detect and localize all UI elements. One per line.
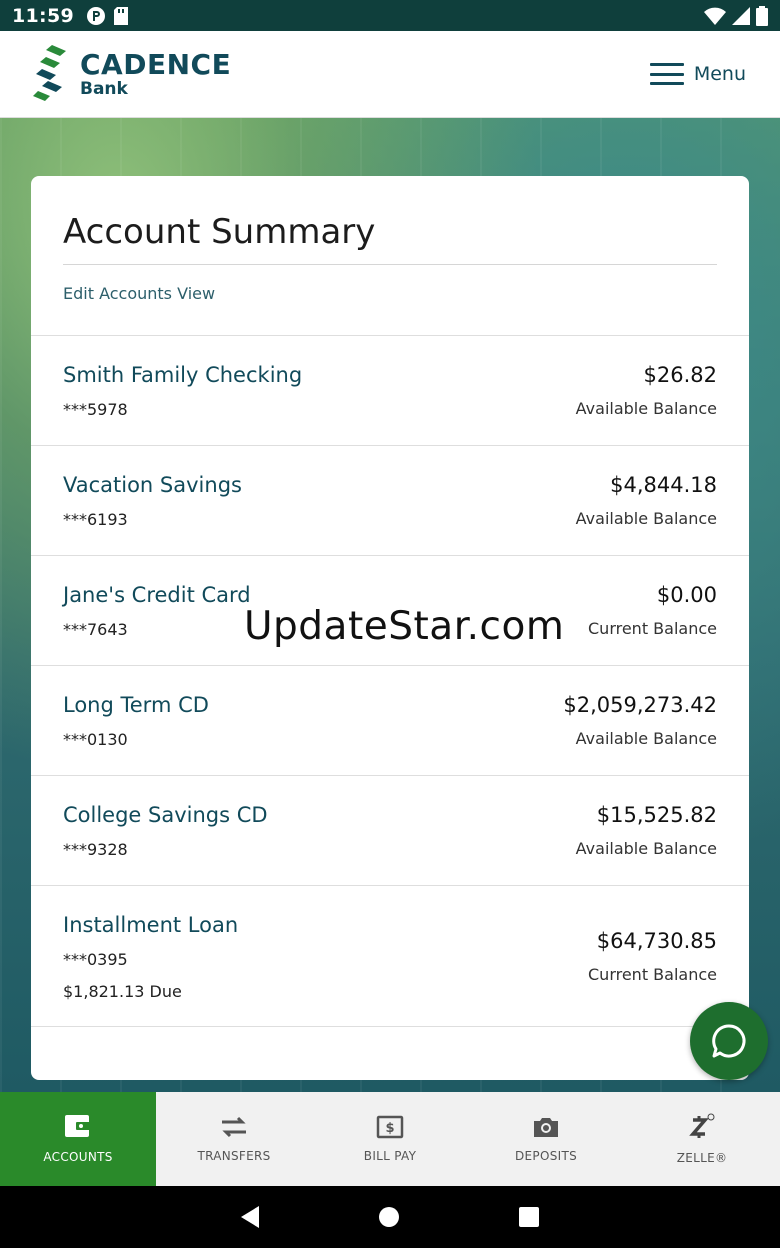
- account-name: Vacation Savings: [63, 473, 242, 497]
- status-notifications: [86, 6, 128, 26]
- wifi-icon: [704, 7, 726, 25]
- brand-name: CADENCE: [80, 47, 232, 81]
- bottom-tab-bar: ACCOUNTS TRANSFERS $ BILL PAY DEPOSITS Z…: [0, 1092, 780, 1186]
- camera-icon: [534, 1118, 558, 1137]
- title-divider: [63, 264, 717, 265]
- account-balance: $26.82: [643, 363, 717, 387]
- account-number: ***6193: [63, 510, 128, 529]
- transfer-arrows-icon: [222, 1116, 246, 1138]
- balance-label: Available Balance: [575, 839, 717, 858]
- account-row-smith-family-checking[interactable]: Smith Family Checking ***5978 $26.82 Ava…: [31, 335, 749, 445]
- status-bar: 11:59: [0, 0, 780, 31]
- wallet-icon: [65, 1115, 90, 1137]
- cadence-mark-icon: [33, 45, 66, 101]
- balance-label: Available Balance: [575, 509, 717, 528]
- account-name: College Savings CD: [63, 803, 268, 827]
- account-name: Smith Family Checking: [63, 363, 303, 387]
- menu-button[interactable]: Menu: [649, 63, 746, 85]
- list-end-divider: [31, 1026, 749, 1027]
- balance-label: Available Balance: [575, 399, 717, 418]
- account-name: Long Term CD: [63, 693, 209, 717]
- cadence-logo[interactable]: CADENCE Bank: [32, 45, 231, 103]
- account-row-college-savings-cd[interactable]: College Savings CD ***9328 $15,525.82 Av…: [31, 775, 749, 885]
- home-icon[interactable]: [379, 1207, 399, 1227]
- p-badge-icon: [86, 6, 105, 25]
- recent-apps-icon[interactable]: [519, 1207, 539, 1227]
- brand-sub: Bank: [80, 78, 128, 99]
- balance-label: Current Balance: [588, 965, 717, 984]
- amount-due: $1,821.13 Due: [63, 982, 182, 1001]
- back-icon[interactable]: [241, 1206, 259, 1228]
- account-number: ***0130: [63, 730, 128, 749]
- tab-zelle[interactable]: ZELLE®: [624, 1092, 780, 1186]
- status-time: 11:59: [12, 4, 74, 27]
- balance-label: Available Balance: [575, 729, 717, 748]
- account-number: ***9328: [63, 840, 128, 859]
- bill-pay-icon: $: [376, 1115, 404, 1139]
- account-list: Smith Family Checking ***5978 $26.82 Ava…: [31, 335, 749, 1027]
- tab-label: TRANSFERS: [197, 1149, 271, 1163]
- account-number: ***7643: [63, 620, 128, 639]
- tab-label: DEPOSITS: [514, 1149, 577, 1163]
- tab-accounts[interactable]: ACCOUNTS: [0, 1092, 156, 1186]
- signal-icon: [732, 6, 750, 25]
- account-name: Jane's Credit Card: [63, 583, 251, 607]
- tab-label: BILL PAY: [363, 1149, 417, 1163]
- balance-label: Current Balance: [588, 619, 717, 638]
- account-balance: $4,844.18: [610, 473, 717, 497]
- hamburger-icon: [649, 63, 684, 85]
- tab-transfers[interactable]: TRANSFERS: [156, 1092, 312, 1186]
- account-balance: $15,525.82: [596, 803, 717, 827]
- status-system-icons: [704, 5, 768, 26]
- account-balance: $2,059,273.42: [563, 693, 717, 717]
- chat-bubble-icon: [712, 1024, 746, 1058]
- zelle-icon: [689, 1113, 715, 1138]
- account-name: Installment Loan: [63, 913, 239, 937]
- tab-label: ACCOUNTS: [43, 1150, 113, 1164]
- account-number: ***5978: [63, 400, 128, 419]
- account-balance: $64,730.85: [596, 929, 717, 953]
- edit-accounts-view-link[interactable]: Edit Accounts View: [63, 284, 215, 303]
- svg-text:$: $: [385, 1121, 394, 1136]
- account-row-vacation-savings[interactable]: Vacation Savings ***6193 $4,844.18 Avail…: [31, 445, 749, 555]
- tab-label: ZELLE®: [676, 1151, 728, 1165]
- menu-label: Menu: [693, 63, 746, 85]
- watermark-text: UpdateStar.com: [244, 604, 565, 649]
- account-number: ***0395: [63, 950, 128, 969]
- sd-card-icon: [113, 6, 128, 25]
- account-row-installment-loan[interactable]: Installment Loan ***0395 $1,821.13 Due $…: [31, 885, 749, 1026]
- page-title: Account Summary: [63, 212, 376, 252]
- account-row-long-term-cd[interactable]: Long Term CD ***0130 $2,059,273.42 Avail…: [31, 665, 749, 775]
- tab-bill-pay[interactable]: $ BILL PAY: [312, 1092, 468, 1186]
- account-balance: $0.00: [656, 583, 717, 607]
- system-nav-bar: [0, 1186, 780, 1248]
- battery-icon: [756, 5, 768, 26]
- tab-deposits[interactable]: DEPOSITS: [468, 1092, 624, 1186]
- chat-button[interactable]: [690, 1002, 768, 1080]
- app-header: CADENCE Bank Menu: [0, 31, 780, 118]
